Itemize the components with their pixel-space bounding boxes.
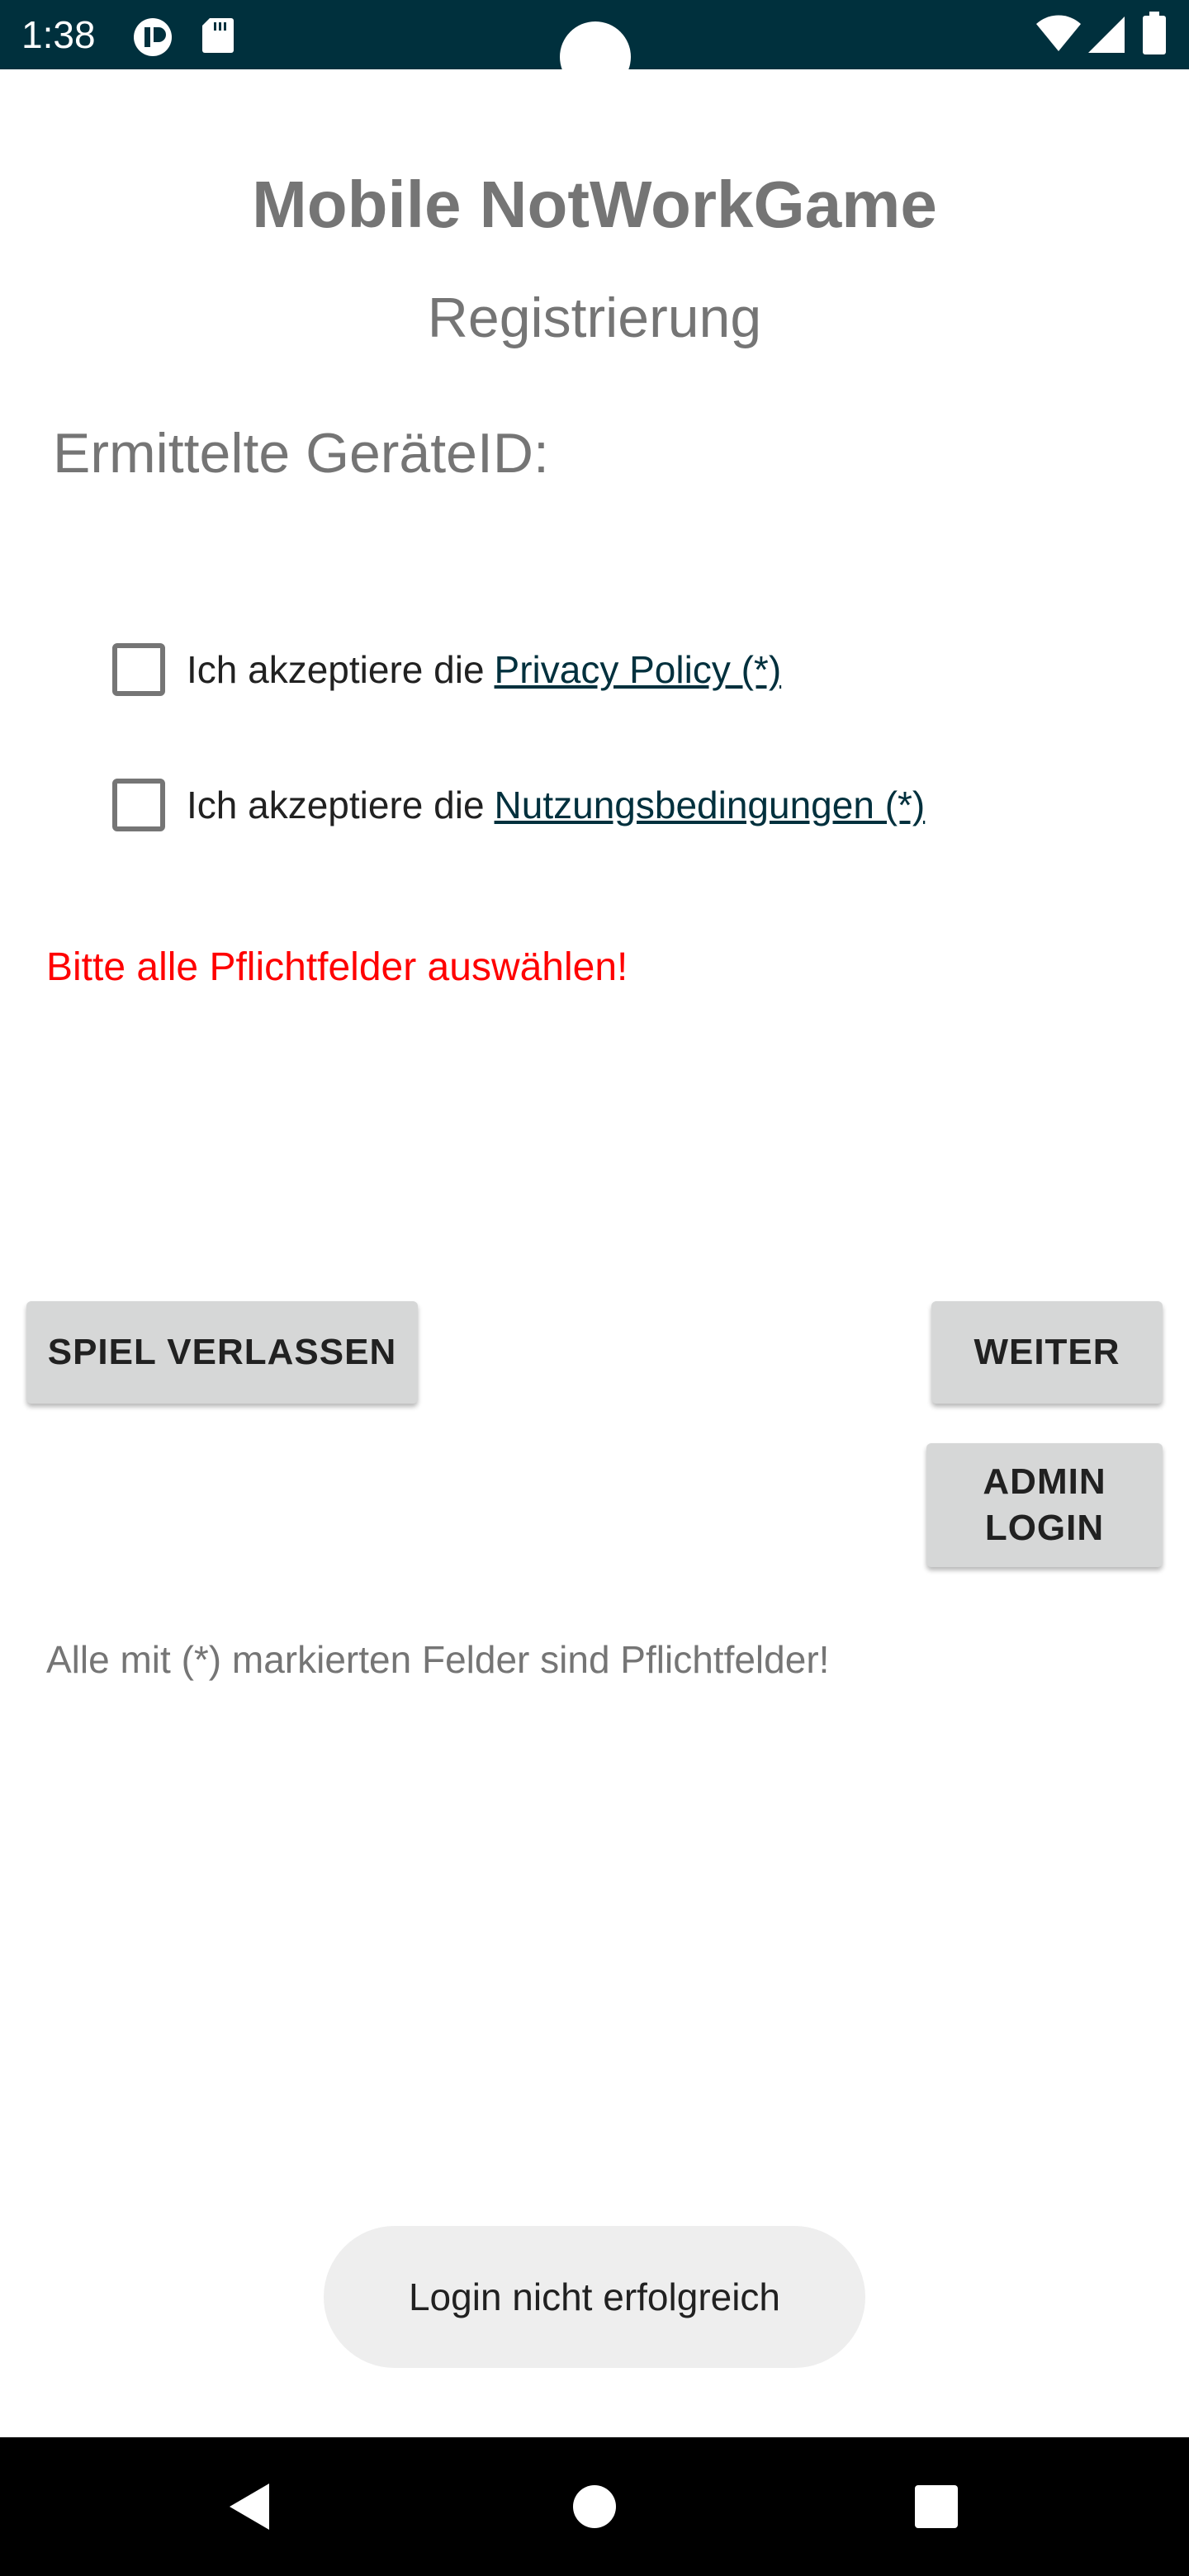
leave-game-button[interactable]: SPIEL VERLASSEN <box>26 1301 418 1404</box>
status-clip <box>0 69 1189 102</box>
device-id-label: Ermittelte GeräteID: <box>53 422 549 485</box>
terms-link[interactable]: Nutzungsbedingungen (*) <box>495 783 926 827</box>
sd-card-icon <box>201 17 234 59</box>
terms-consent-row[interactable]: Ich akzeptiere die Nutzungsbedingungen (… <box>112 776 925 834</box>
error-message: Bitte alle Pflichtfelder auswählen! <box>46 945 628 989</box>
terms-checkbox[interactable] <box>112 779 165 831</box>
privacy-consent-text: Ich akzeptiere die <box>187 648 485 691</box>
recents-icon[interactable] <box>887 2437 986 2576</box>
notification-app-icon <box>132 17 173 62</box>
wifi-icon <box>1035 15 1082 57</box>
required-fields-hint: Alle mit (*) markierten Felder sind Pfli… <box>46 1638 830 1681</box>
toast-message: Login nicht erfolgreich <box>324 2226 865 2368</box>
signal-icon <box>1087 15 1126 59</box>
next-button[interactable]: WEITER <box>931 1301 1163 1404</box>
privacy-policy-checkbox[interactable] <box>112 643 165 696</box>
screen: 1:38 Mobile NotWorkGame Registrierung Er… <box>0 0 1189 2576</box>
app-title: Mobile NotWorkGame <box>252 168 937 241</box>
navigation-bar <box>0 2437 1189 2576</box>
back-icon[interactable] <box>200 2437 299 2576</box>
battery-icon <box>1143 12 1166 59</box>
home-icon[interactable] <box>545 2437 644 2576</box>
status-time: 1:38 <box>21 13 96 56</box>
terms-consent-text: Ich akzeptiere die <box>187 784 485 826</box>
page-subtitle: Registrierung <box>427 286 762 349</box>
privacy-consent-row[interactable]: Ich akzeptiere die Privacy Policy (*) <box>112 641 781 698</box>
admin-login-button[interactable]: ADMIN LOGIN <box>926 1443 1163 1567</box>
privacy-policy-link[interactable]: Privacy Policy (*) <box>495 647 782 692</box>
